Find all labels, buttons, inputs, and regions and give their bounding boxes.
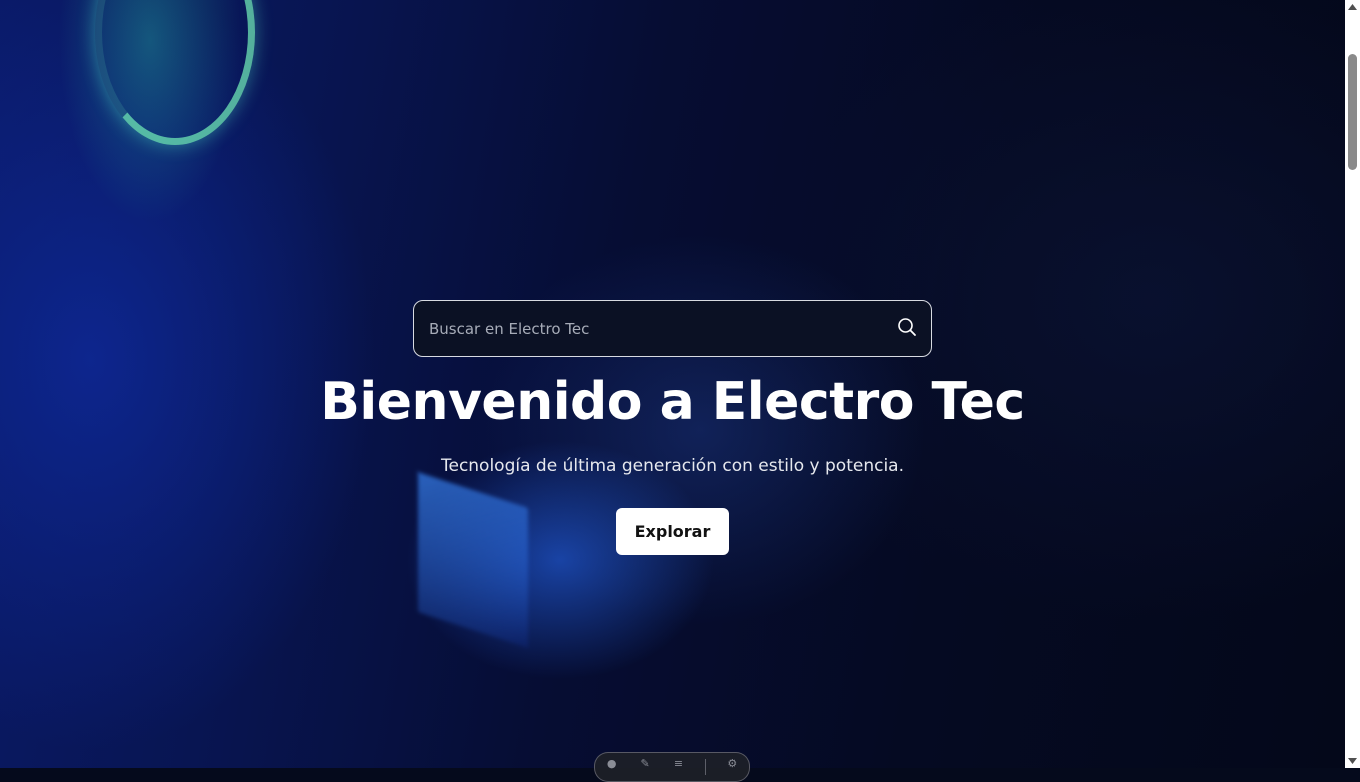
search-button[interactable] [883,301,931,356]
search-input[interactable] [414,301,883,356]
hero-subtitle: Tecnología de última generación con esti… [440,456,904,476]
hero-content: Bienvenido a Electro Tec Tecnología de ú… [0,0,1345,768]
scroll-down-arrow[interactable] [1345,754,1360,768]
scroll-up-arrow[interactable] [1345,0,1360,14]
vertical-scrollbar[interactable] [1345,0,1360,768]
explore-button[interactable]: Explorar [616,508,729,555]
search-icon [897,317,917,341]
bottom-toolbar: ● ✎ ≡ ⚙ [594,752,750,782]
toolbar-divider [704,759,706,775]
search-bar [413,300,932,357]
scrollbar-thumb[interactable] [1348,54,1357,170]
page-title: Bienvenido a Electro Tec [320,372,1025,432]
